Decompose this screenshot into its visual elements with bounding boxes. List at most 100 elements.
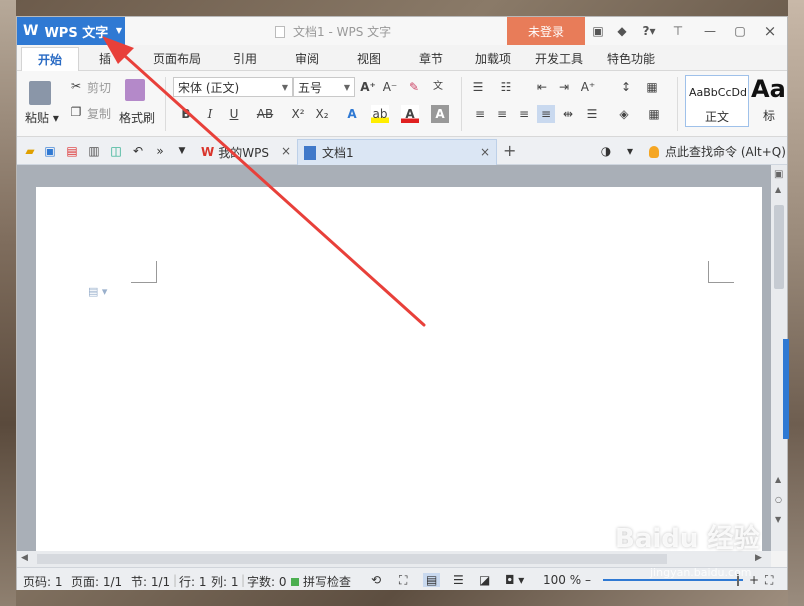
tab-view[interactable]: 视图 — [357, 50, 381, 67]
tab-review[interactable]: 审阅 — [295, 50, 319, 67]
borders-icon[interactable]: ▦ — [645, 105, 663, 123]
help-button[interactable]: ?▾ — [637, 22, 661, 40]
text-direction-icon[interactable]: A⁺ — [579, 78, 597, 96]
close-icon[interactable]: × — [480, 145, 490, 159]
style-normal[interactable]: AaBbCcDd 正文 — [685, 75, 749, 127]
prev-page-icon[interactable]: ▲ — [775, 475, 781, 484]
copy-label[interactable]: 复制 — [87, 105, 111, 122]
open-folder-icon[interactable]: ▰ — [21, 142, 39, 160]
paste-icon[interactable] — [29, 81, 51, 105]
shrink-font-icon[interactable]: A⁻ — [381, 78, 399, 96]
document-page[interactable]: ▤ ▾ — [36, 187, 762, 551]
superscript-button[interactable]: X² — [287, 105, 309, 123]
align-right-icon[interactable]: ≡ — [515, 105, 533, 123]
shading-icon[interactable]: ◈ — [615, 105, 633, 123]
close-icon[interactable]: × — [281, 144, 291, 158]
fit-page-icon[interactable]: ⛶ — [765, 573, 773, 588]
phonetic-icon[interactable]: 文 — [429, 78, 447, 96]
font-size-select[interactable]: 五号 ▼ — [293, 77, 355, 97]
scroll-up-icon[interactable]: ▲ — [775, 185, 781, 194]
print-icon[interactable]: ▥ — [85, 142, 103, 160]
zoom-out-icon[interactable]: – — [585, 573, 591, 587]
ruler-toggle-icon[interactable]: ▣ — [774, 169, 783, 180]
web-view-icon[interactable]: ◪ — [479, 573, 490, 587]
highlight-icon[interactable]: ab — [371, 105, 389, 123]
preview-icon[interactable]: ◫ — [107, 142, 125, 160]
app-menu-button[interactable]: W WPS 文字 ▼ — [17, 17, 125, 45]
status-section[interactable]: 节: 1/1 — [131, 573, 170, 590]
text-effect-icon[interactable]: A — [343, 105, 361, 123]
paste-button[interactable]: 粘贴 ▾ — [25, 109, 59, 126]
bullets-icon[interactable]: ☰ — [469, 78, 487, 96]
align-center-icon[interactable]: ≡ — [493, 105, 511, 123]
horizontal-scroll-thumb[interactable] — [37, 554, 667, 564]
tab-references[interactable]: 引用 — [233, 50, 257, 67]
underline-button[interactable]: U — [225, 105, 243, 123]
tab-developer[interactable]: 开发工具 — [535, 50, 583, 67]
undo-icon[interactable]: ↶ — [129, 142, 147, 160]
reading-mode-icon[interactable]: ◘ ▾ — [505, 573, 524, 587]
paragraph-layout-icon[interactable]: ▤ ▾ — [88, 285, 107, 298]
page-view-icon[interactable]: ▤ — [423, 573, 441, 587]
font-name-select[interactable]: 宋体 (正文) ▼ — [173, 77, 293, 97]
justify-icon[interactable]: ≡ — [537, 105, 555, 123]
tab-my-wps[interactable]: W 我的WPS × — [195, 139, 297, 165]
tab-page-layout[interactable]: 页面布局 — [153, 50, 201, 67]
fullscreen-icon[interactable]: ⛶ — [399, 573, 407, 588]
close-icon[interactable]: × — [761, 22, 779, 40]
tab-insert[interactable]: 插 — [99, 50, 111, 67]
zoom-slider[interactable] — [603, 579, 743, 581]
shirt-icon[interactable]: ◆ — [613, 22, 631, 40]
grow-font-icon[interactable]: A⁺ — [359, 78, 377, 96]
align-left-icon[interactable]: ≡ — [471, 105, 489, 123]
status-words[interactable]: 字数: 0 — [247, 573, 287, 590]
style-heading-sample[interactable]: Aa — [751, 75, 786, 103]
tab-addins[interactable]: 加载项 — [475, 50, 511, 67]
maximize-icon[interactable]: ▢ — [731, 22, 749, 40]
scroll-left-icon[interactable]: ◀ — [21, 553, 28, 563]
tab-document1[interactable]: 文档1 × — [297, 139, 497, 165]
subscript-button[interactable]: X₂ — [311, 105, 333, 123]
style-heading-label[interactable]: 标 — [763, 107, 775, 124]
tab-special[interactable]: 特色功能 — [607, 50, 655, 67]
pdf-icon[interactable]: ▤ — [63, 142, 81, 160]
customize-icon[interactable]: ▼ — [173, 142, 191, 160]
new-tab-button[interactable]: + — [503, 141, 516, 160]
sort-icon[interactable]: ↕ — [617, 78, 635, 96]
clear-format-icon[interactable]: ✎ — [405, 78, 423, 96]
cut-label[interactable]: 剪切 — [87, 79, 111, 96]
status-col[interactable]: 列: 1 — [211, 573, 239, 590]
line-spacing-icon[interactable]: ☰ — [583, 105, 601, 123]
bold-button[interactable]: B — [177, 105, 195, 123]
select-browse-icon[interactable]: ○ — [775, 495, 782, 504]
copy-icon[interactable]: ❐ — [67, 103, 85, 121]
numbering-icon[interactable]: ☷ — [497, 78, 515, 96]
status-page[interactable]: 页码: 1 — [23, 573, 63, 590]
vertical-scroll-thumb[interactable] — [774, 205, 784, 289]
pin-icon[interactable]: ▾ — [621, 142, 639, 160]
format-painter-button[interactable]: 格式刷 — [119, 109, 155, 126]
table-icon[interactable]: ▦ — [643, 78, 661, 96]
tab-chapter[interactable]: 章节 — [419, 50, 443, 67]
spellcheck-button[interactable]: 拼写检查 — [291, 573, 351, 590]
increase-indent-icon[interactable]: ⇥ — [555, 78, 573, 96]
status-pages[interactable]: 页面: 1/1 — [71, 573, 122, 590]
more-icon[interactable]: » — [151, 142, 169, 160]
scissors-icon[interactable]: ✂ — [67, 77, 85, 95]
font-color-icon[interactable]: A — [401, 105, 419, 123]
tab-home[interactable]: 开始 — [21, 47, 80, 72]
doc-mode-icon[interactable]: ◑ — [597, 142, 615, 160]
char-shading-icon[interactable]: A — [431, 105, 449, 123]
distributed-icon[interactable]: ⇹ — [559, 105, 577, 123]
decrease-indent-icon[interactable]: ⇤ — [533, 78, 551, 96]
next-page-icon[interactable]: ▼ — [775, 515, 781, 524]
side-panel-handle[interactable] — [783, 339, 789, 439]
skin-icon[interactable]: ▣ — [589, 22, 607, 40]
history-icon[interactable]: ⟲ — [371, 573, 381, 587]
status-row[interactable]: 行: 1 — [179, 573, 207, 590]
minimize-icon[interactable]: — — [701, 22, 719, 40]
zoom-level[interactable]: 100 % — [543, 573, 581, 587]
save-icon[interactable]: ▣ — [41, 142, 59, 160]
fold-ribbon-icon[interactable]: ⊤ — [669, 22, 687, 40]
outline-view-icon[interactable]: ☰ — [453, 573, 464, 587]
